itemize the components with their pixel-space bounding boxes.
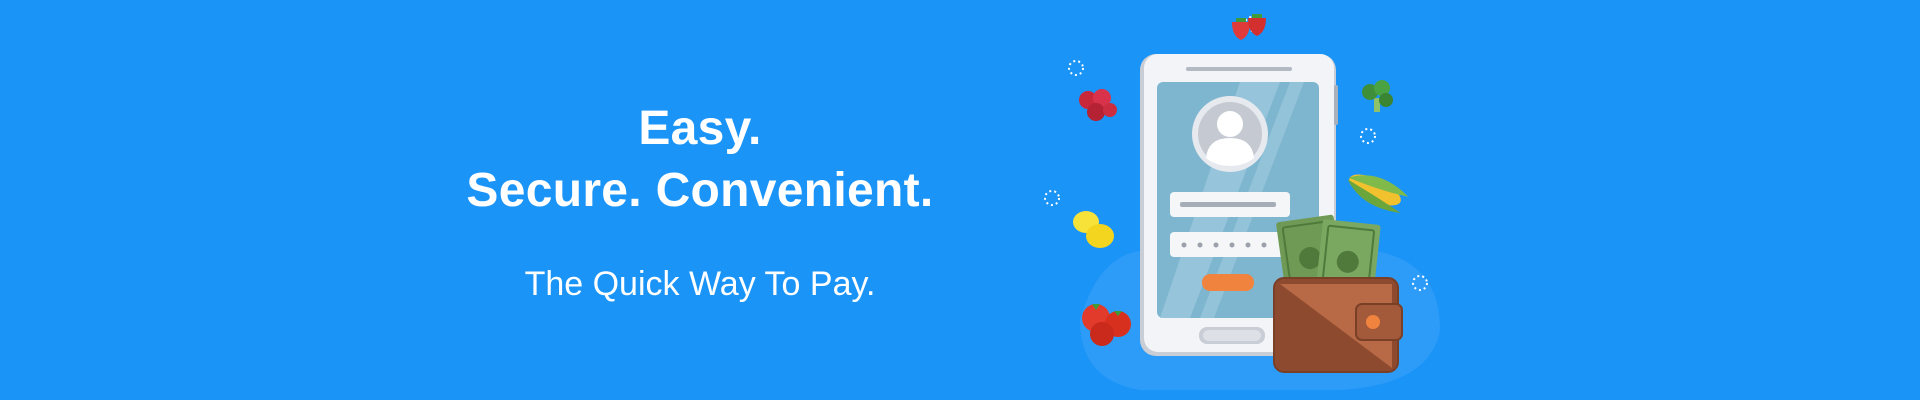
headline-line-1: Easy. <box>638 102 762 155</box>
lemon-icon <box>1073 211 1114 248</box>
promo-banner: Easy. Secure. Convenient. The Quick Way … <box>0 0 1920 400</box>
payment-illustration <box>1040 0 1480 400</box>
headline-line-2: Secure. Convenient. <box>466 164 934 217</box>
user-avatar-icon <box>1192 96 1268 172</box>
broccoli-icon <box>1362 80 1393 112</box>
wallet-icon <box>1273 277 1403 373</box>
headline: Easy. Secure. Convenient. <box>380 98 1020 222</box>
corn-icon <box>1347 174 1409 214</box>
raspberry-icon <box>1079 89 1117 121</box>
strawberry-icon <box>1232 14 1266 40</box>
tagline: The Quick Way To Pay. <box>524 265 876 303</box>
login-button-graphic <box>1202 274 1254 291</box>
